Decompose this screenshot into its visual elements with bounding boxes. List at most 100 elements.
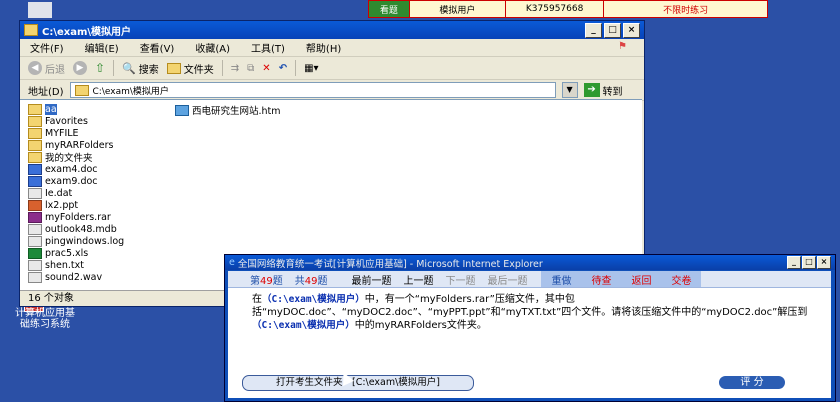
folders-button[interactable]: 文件夹 [166,61,214,76]
toolbar-divider [113,60,115,76]
redo-button[interactable]: 重做 [541,272,581,287]
excel-icon [28,247,42,259]
back-button[interactable]: ◀ 后退 [28,61,65,76]
question-part1: 在 [252,294,262,305]
list-item[interactable]: Favorites [28,115,124,127]
views-icon[interactable]: ▦▾ [304,63,318,74]
desktop-label-line2: 础练习系统 [20,319,70,330]
toolbar-divider [221,60,223,76]
open-folder-button[interactable]: 打开考生文件夹：[C:\exam\模拟用户] [242,375,474,391]
menu-favorites[interactable]: 收藏(A) [195,40,230,55]
folder-up-icon: ⇧ [95,61,106,75]
menu-view[interactable]: 查看(V) [140,40,175,55]
list-item[interactable]: myFolders.rar [28,211,124,223]
powerpoint-icon [28,199,42,211]
file-name: pingwindows.log [45,235,125,247]
file-name: 我的文件夹 [45,153,93,164]
exam-browser-window: e 全国网络教育统一考试[计算机应用基础] - Microsoft Intern… [224,254,836,402]
up-button[interactable]: ⇧ [95,61,105,75]
file-list: aa Favorites MYFILE myRARFolders 我的文件夹 e… [28,103,124,283]
undo-icon[interactable]: ↶ [279,63,287,74]
file-name: 西电研究生网站.htm [192,106,281,117]
list-item[interactable]: lx2.ppt [28,199,124,211]
delete-icon[interactable]: ✕ [262,63,270,74]
list-item[interactable]: MYFILE [28,127,124,139]
next-question-button[interactable]: 下一题 [439,272,481,287]
file-name: exam9.doc [45,175,98,187]
address-value: C:\exam\模拟用户 [92,86,169,97]
submit-button[interactable]: 交卷 [661,272,701,287]
file-name: MYFILE [45,127,79,139]
list-item[interactable]: exam4.doc [28,163,124,175]
maximize-button[interactable]: □ [802,256,816,269]
web-page-icon [175,104,189,116]
question-part3: 中的myRARFolders文件夹。 [354,320,487,331]
move-to-icon[interactable]: ⇉ [231,63,239,74]
current-number: 49 [260,275,273,287]
desktop-shortcut-label[interactable]: 计算机应用基 础练习系统 [0,308,90,330]
list-item[interactable]: 我的文件夹 [28,151,124,164]
maximize-button[interactable]: □ [604,22,621,38]
access-db-icon [28,223,42,235]
minimize-button[interactable]: _ [585,22,602,38]
prev-question-button[interactable]: 上一题 [397,272,439,287]
generic-file-icon [28,187,42,199]
mark-review-button[interactable]: 待查 [581,272,621,287]
score-button[interactable]: 评 分 [719,376,785,389]
desktop-folder-icon[interactable] [28,2,52,18]
total-suffix: 题 [317,275,328,287]
toolbar-divider [295,60,297,76]
menu-edit[interactable]: 编辑(E) [85,40,119,55]
list-item[interactable]: sound2.wav [28,271,124,283]
menu-tools[interactable]: 工具(T) [251,40,285,55]
explorer-titlebar[interactable]: C:\exam\模拟用户 _ □ × [20,21,644,39]
total-prefix: 共 [294,275,305,287]
word-doc-icon [28,163,42,175]
list-item[interactable]: outlook48.mdb [28,223,124,235]
menu-help[interactable]: 帮助(H) [306,40,341,55]
copy-to-icon[interactable]: ⧉ [247,63,254,74]
text-file-icon [28,235,42,247]
audio-file-icon [28,271,42,283]
close-button[interactable]: × [623,22,640,38]
address-input[interactable]: C:\exam\模拟用户 [69,82,556,98]
explorer-title: C:\exam\模拟用户 [42,26,132,38]
menu-file[interactable]: 文件(F) [30,40,64,55]
minimize-button[interactable]: _ [787,256,801,269]
list-item[interactable]: pingwindows.log [28,235,124,247]
file-name: sound2.wav [45,271,103,283]
first-question-button[interactable]: 最前一题 [345,272,397,287]
practice-mode: 不限时练习 [663,5,709,16]
question-path2: （C:\exam\模拟用户） [252,320,355,331]
return-button[interactable]: 返回 [621,272,661,287]
current-prefix: 第 [250,275,260,287]
folder-icon [28,103,42,115]
search-icon: 🔍 [122,61,136,75]
back-label: 后退 [45,64,65,76]
forward-button[interactable]: ▶ [73,61,87,75]
exam-window-titlebar[interactable]: e 全国网络教育统一考试[计算机应用基础] - Microsoft Intern… [225,255,835,270]
list-item[interactable]: aa [28,103,124,115]
list-item[interactable]: 西电研究生网站.htm [175,104,281,117]
last-question-button[interactable]: 最后一题 [481,272,533,287]
file-name: prac5.xls [45,247,89,259]
address-dropdown-icon[interactable]: ▼ [561,82,578,98]
question-nav: 第49题 共 49 题 最前一题 上一题 下一题 最后一题 重做 待查 返回 交卷 [228,271,831,288]
view-question-tab[interactable]: 看题 [369,1,410,17]
menu-bar: 文件(F) 编辑(E) 查看(V) 收藏(A) 工具(T) 帮助(H) ⚑ [20,39,644,57]
list-item[interactable]: shen.txt [28,259,124,271]
folder-icon [28,139,42,151]
list-item[interactable]: exam9.doc [28,175,124,187]
exam-window-title: 全国网络教育统一考试[计算机应用基础] - Microsoft Internet… [237,258,543,270]
file-name: myRARFolders [45,139,114,151]
search-button[interactable]: 🔍 搜索 [122,61,159,76]
go-button[interactable]: ➔ 转到 [583,83,623,98]
folder-icon [24,24,38,36]
current-question: 第49题 [244,272,289,287]
back-arrow-icon: ◀ [28,61,42,75]
list-item[interactable]: Ie.dat [28,187,124,199]
list-item[interactable]: prac5.xls [28,247,124,259]
user-name: 模拟用户 [410,1,506,17]
address-bar: 地址(D) C:\exam\模拟用户 ▼ ➔ 转到 [20,80,644,101]
close-button[interactable]: × [817,256,831,269]
